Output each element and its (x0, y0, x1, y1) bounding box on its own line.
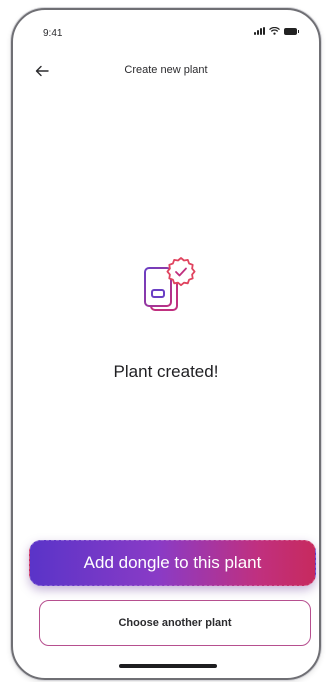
signal-icon (254, 27, 265, 35)
phone-frame: 9:41 Create new plant Plant created! Add… (11, 8, 321, 680)
success-illustration (141, 256, 197, 318)
success-message: Plant created! (113, 362, 219, 381)
home-indicator (119, 664, 217, 668)
page-title: Create new plant (124, 64, 208, 76)
battery-icon (284, 27, 299, 35)
document-check-badge-icon (144, 257, 196, 311)
add-dongle-button[interactable]: Add dongle to this plant (29, 540, 316, 586)
choose-another-plant-button[interactable]: Choose another plant (39, 600, 311, 646)
nav-bar: Create new plant (13, 60, 319, 82)
status-icons (254, 27, 299, 35)
status-time: 9:41 (43, 28, 63, 39)
status-bar: 9:41 (13, 10, 319, 50)
wifi-icon (269, 27, 280, 35)
